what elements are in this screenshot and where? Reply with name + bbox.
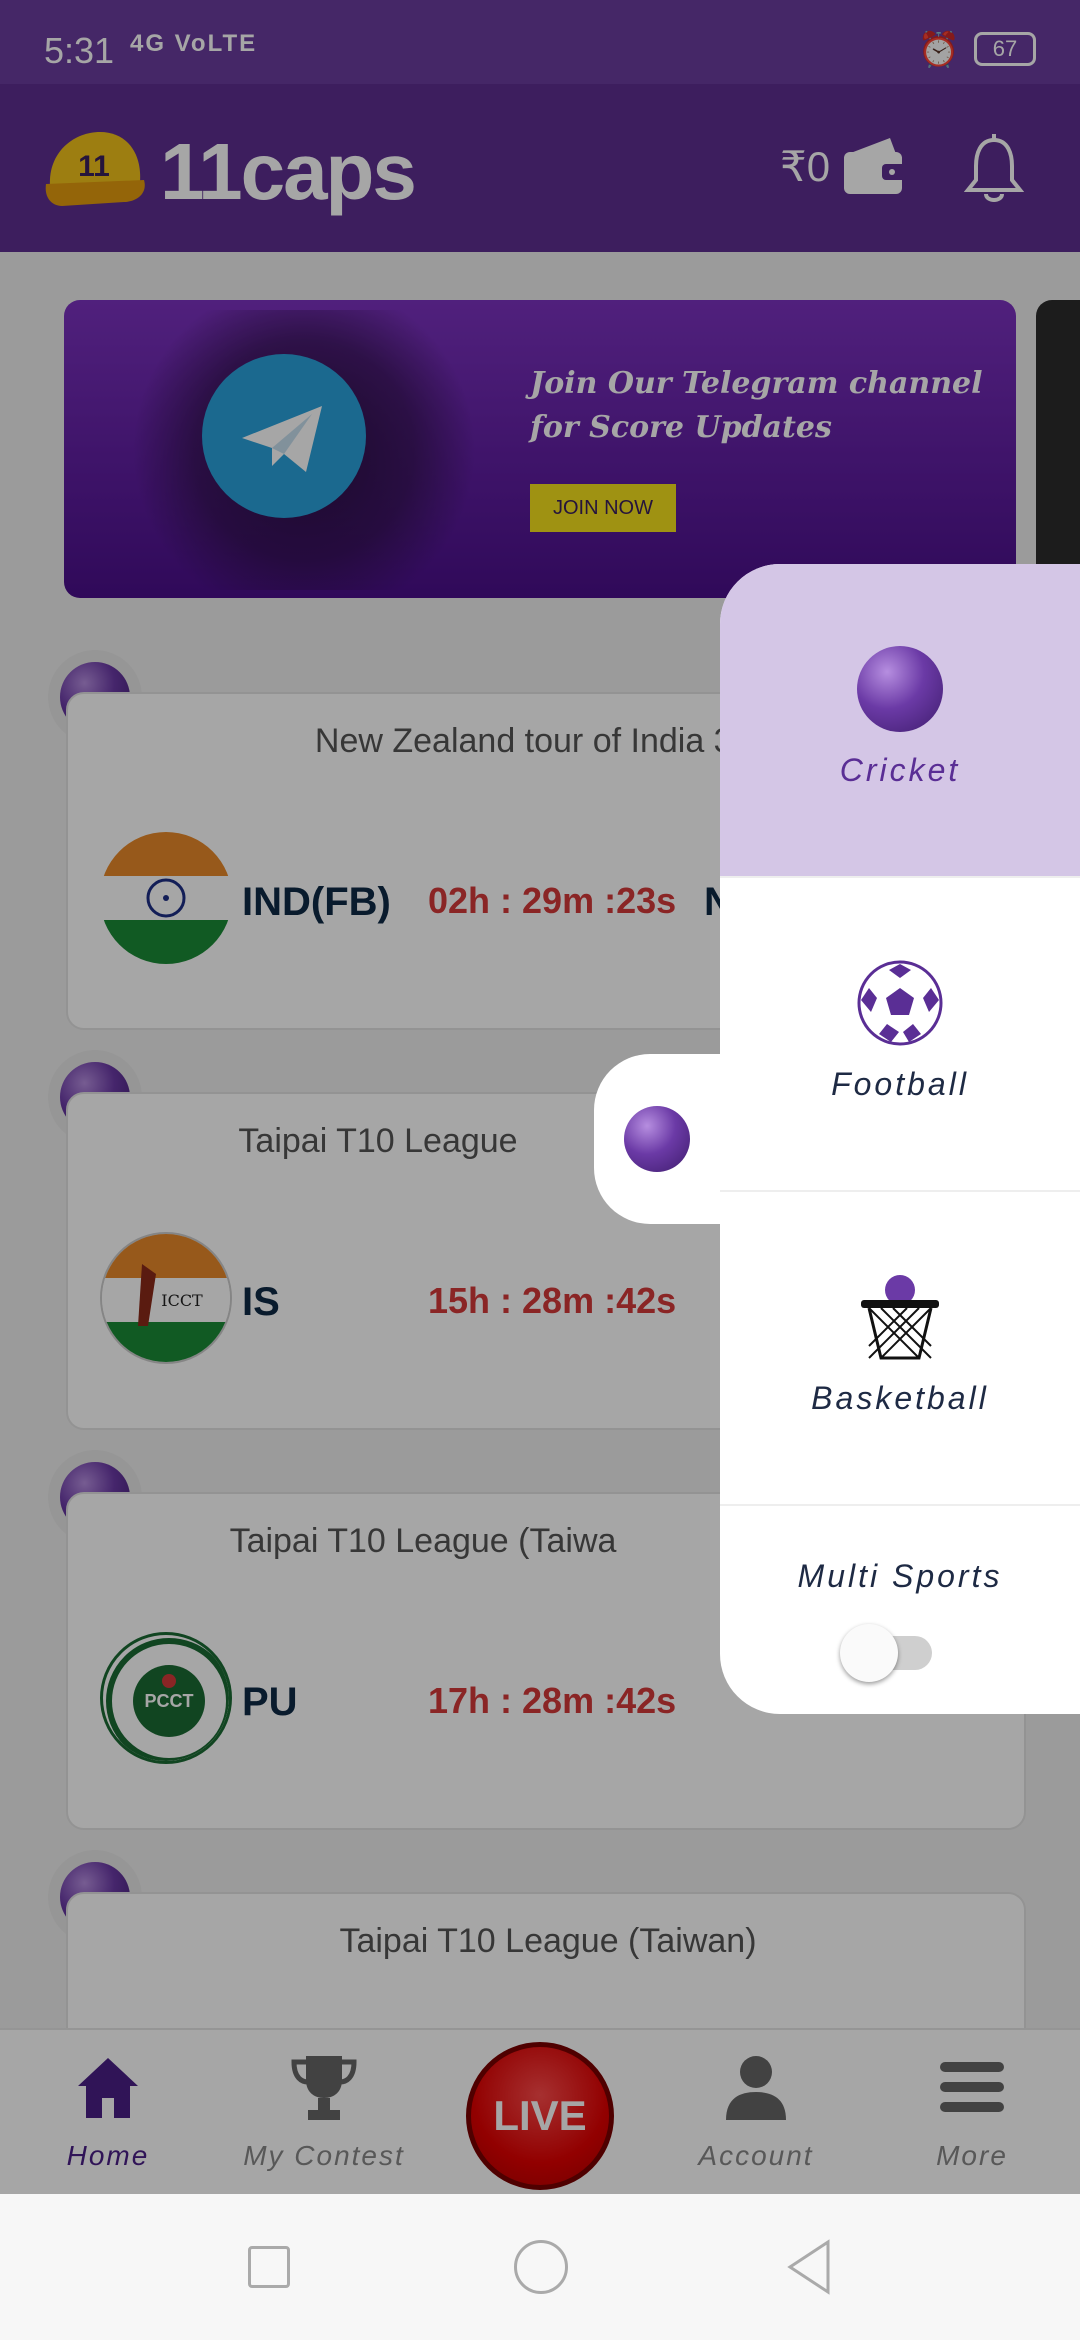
drawer-handle[interactable] (594, 1054, 724, 1224)
bottom-navigation: Home My Contest LIVE Account More (0, 2028, 1080, 2194)
menu-icon (940, 2062, 1004, 2112)
basketball-icon (861, 1275, 939, 1360)
system-navigation-bar (0, 2194, 1080, 2340)
multi-sports-toggle[interactable] (840, 1624, 936, 1682)
sport-item-cricket[interactable]: Cricket (720, 564, 1080, 878)
sport-item-basketball[interactable]: Basketball (720, 1192, 1080, 1506)
multi-sports-label: Multi Sports (797, 1558, 1003, 1594)
nav-my-contest-label: My Contest (243, 2140, 405, 2171)
nav-home-label: Home (66, 2140, 150, 2171)
sport-label-basketball: Basketball (811, 1380, 989, 1416)
live-button[interactable]: LIVE (466, 2042, 614, 2190)
multi-sports-section: Multi Sports (720, 1506, 1080, 1714)
sport-label-cricket: Cricket (839, 752, 961, 788)
home-icon (78, 2058, 138, 2118)
nav-more-label: More (936, 2140, 1008, 2171)
toggle-knob (840, 1624, 898, 1682)
trophy-icon (291, 2056, 357, 2120)
football-icon (857, 960, 943, 1046)
home-system-icon[interactable] (514, 2240, 568, 2294)
back-icon[interactable] (784, 2238, 834, 2296)
cricket-ball-icon (624, 1106, 690, 1172)
sports-drawer: Cricket Football Basketball Multi Sports (720, 564, 1080, 1714)
nav-more[interactable]: More (872, 2030, 1072, 2196)
cricket-ball-icon (857, 646, 943, 732)
nav-account-label: Account (698, 2140, 814, 2171)
nav-home[interactable]: Home (8, 2030, 208, 2196)
account-icon (726, 2056, 786, 2120)
sport-label-football: Football (831, 1066, 969, 1102)
nav-my-contest[interactable]: My Contest (224, 2030, 424, 2196)
recent-apps-icon[interactable] (248, 2246, 290, 2288)
sport-item-football[interactable]: Football (720, 878, 1080, 1192)
nav-account[interactable]: Account (656, 2030, 856, 2196)
